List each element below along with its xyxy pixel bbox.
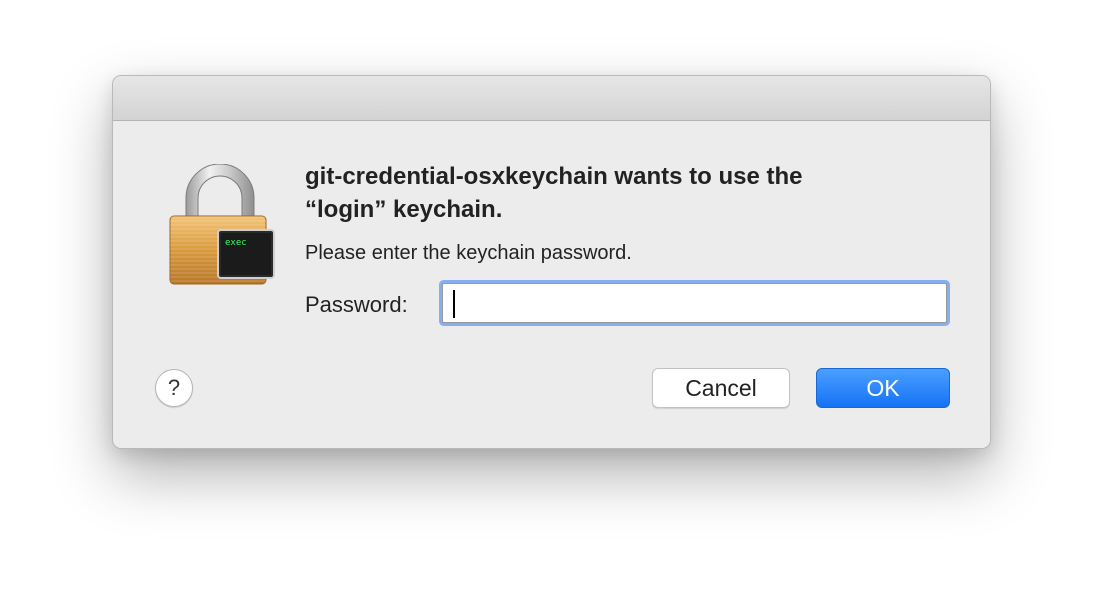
icon-badge-text: exec xyxy=(225,238,247,248)
padlock-terminal-icon: exec xyxy=(169,164,275,285)
heading-line-1: git-credential-osxkeychain wants to use … xyxy=(305,163,803,190)
keychain-password-dialog: exec git-credential-osxkeychain wants to… xyxy=(112,75,991,449)
password-field[interactable] xyxy=(442,283,947,323)
cancel-button[interactable]: Cancel xyxy=(652,368,790,408)
help-button[interactable]: ? xyxy=(155,369,193,407)
password-label: Password: xyxy=(305,292,408,317)
ok-button[interactable]: OK xyxy=(816,368,950,408)
dialog-titlebar[interactable] xyxy=(113,76,990,121)
dialog-heading: git-credential-osxkeychain wants to use … xyxy=(305,160,945,226)
text-cursor xyxy=(453,290,455,318)
heading-line-2: “login” keychain. xyxy=(305,196,503,223)
screen: exec git-credential-osxkeychain wants to… xyxy=(0,0,1102,596)
dialog-message: Please enter the keychain password. xyxy=(305,242,632,264)
